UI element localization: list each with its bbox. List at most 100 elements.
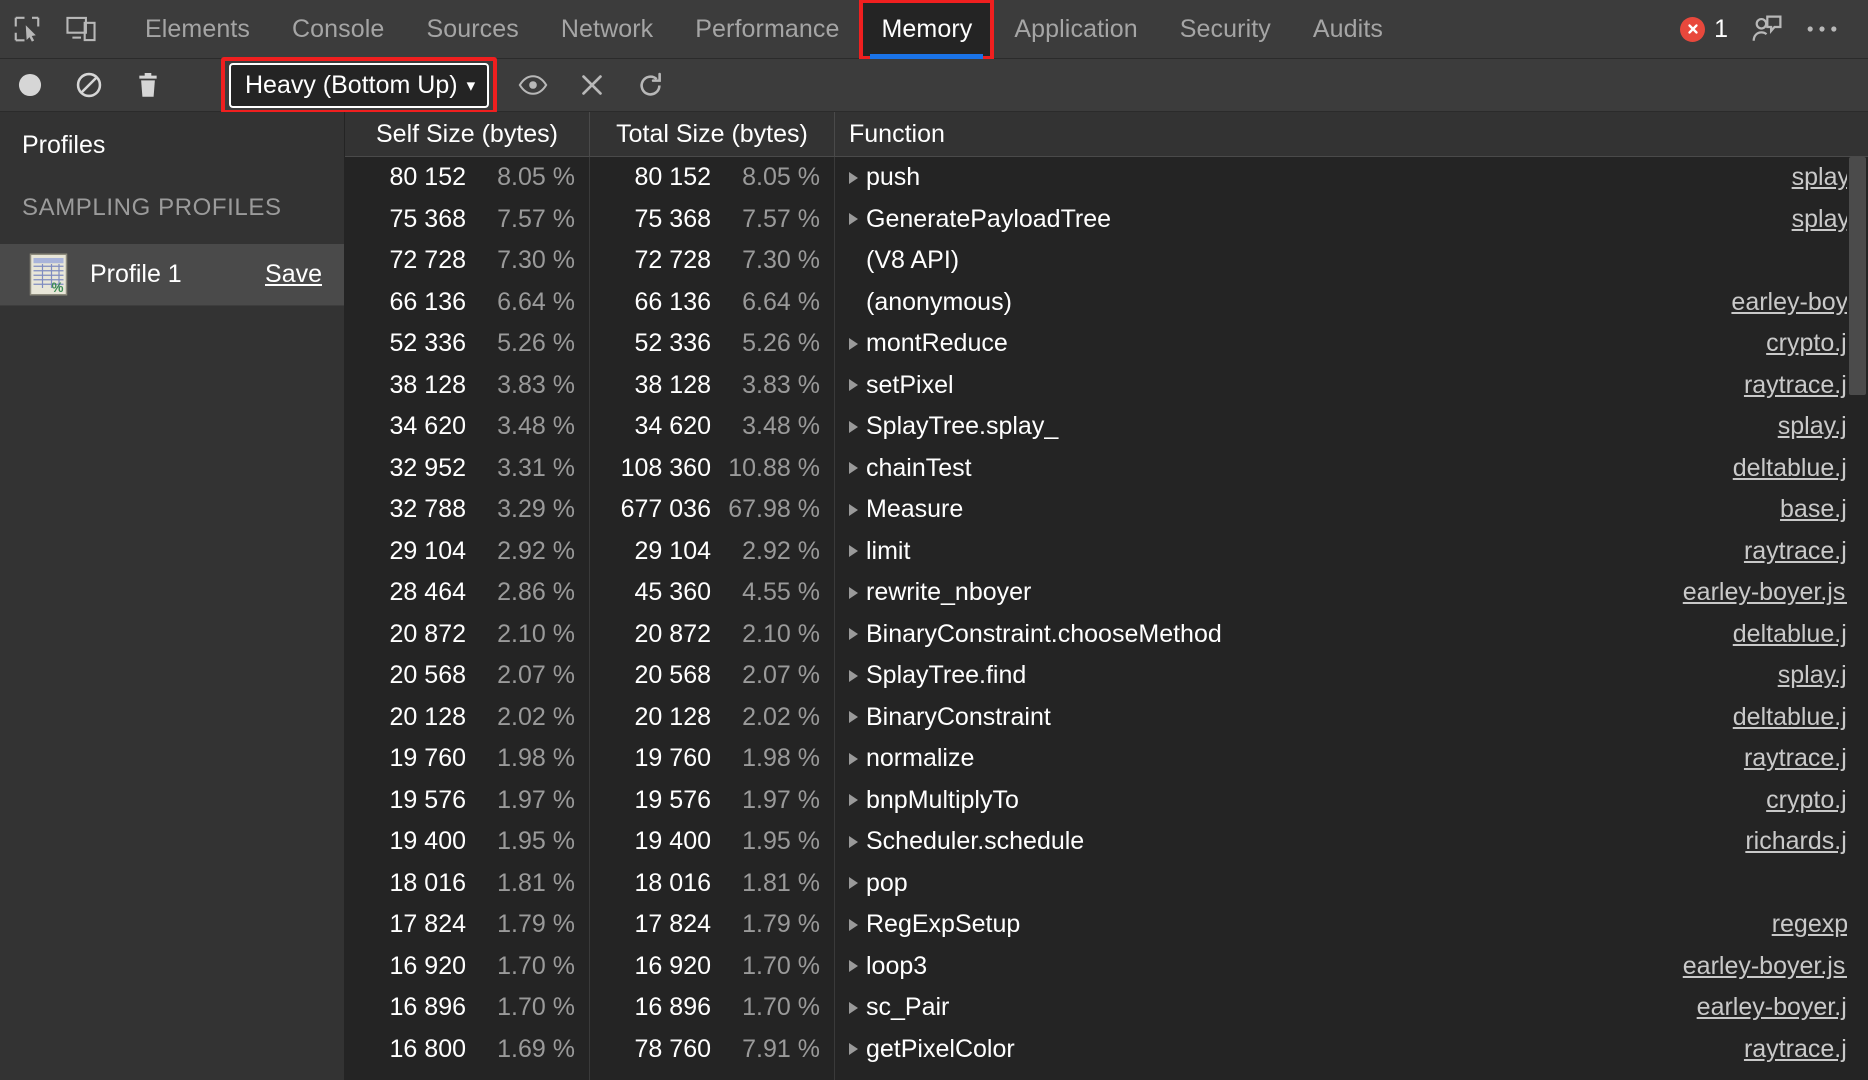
record-circle-icon[interactable]: [0, 59, 59, 112]
tab-sources[interactable]: Sources: [405, 0, 539, 59]
inspect-element-icon[interactable]: [0, 0, 54, 59]
expand-triangle-icon[interactable]: [849, 1043, 858, 1056]
total-size-percent: 6.64 %: [742, 287, 820, 316]
devtools-tab-bar: Elements Console Sources Network Perform…: [0, 0, 1868, 60]
tab-elements[interactable]: Elements: [124, 0, 271, 59]
table-row[interactable]: 19 760 1.98 % 19 760 1.98 % normalize raytrac…: [345, 738, 1868, 780]
self-size-percent: 3.31 %: [497, 453, 575, 482]
self-size-value: 17 824: [389, 910, 466, 939]
tab-performance[interactable]: Performance: [674, 0, 860, 59]
expand-triangle-icon[interactable]: [849, 877, 858, 890]
table-row[interactable]: 18 016 1.81 % 18 016 1.81 % pop: [345, 862, 1868, 904]
expand-triangle-icon[interactable]: [849, 669, 858, 682]
more-options-icon[interactable]: [1796, 0, 1848, 59]
cell-total-size: 20 872 2.10 %: [590, 613, 835, 655]
expand-triangle-icon[interactable]: [849, 379, 858, 392]
source-link[interactable]: earley-boyer.js:53: [1697, 993, 1868, 1022]
grid-scrollbar-thumb[interactable]: [1849, 157, 1866, 395]
tab-memory[interactable]: Memory: [859, 0, 995, 60]
tab-network[interactable]: Network: [540, 0, 674, 59]
no-entry-clear-icon[interactable]: [59, 59, 118, 112]
column-header-total-size[interactable]: Total Size (bytes): [590, 112, 835, 156]
expand-triangle-icon[interactable]: [849, 628, 858, 641]
expand-triangle-icon[interactable]: [849, 337, 858, 350]
expand-triangle-icon[interactable]: [849, 503, 858, 516]
cell-function: SplayTree.splay_splay.js:29: [835, 406, 1868, 448]
tab-audits[interactable]: Audits: [1292, 0, 1404, 59]
table-row[interactable]: 32 952 3.31 % 108 360 10.88 % chainTest delta…: [345, 447, 1868, 489]
table-row[interactable]: 38 128 3.83 % 38 128 3.83 % setPixel raytrace…: [345, 364, 1868, 406]
refresh-restore-icon[interactable]: [621, 59, 680, 112]
view-mode-select[interactable]: Heavy (Bottom Up) ▾: [229, 62, 490, 108]
self-size-percent: 1.66 %: [480, 1076, 575, 1080]
table-row[interactable]: 52 336 5.26 % 52 336 5.26 % montReduce crypto…: [345, 323, 1868, 365]
table-row[interactable]: 66 136 6.64 % 66 136 6.64 % (anonymous) earle…: [345, 281, 1868, 323]
table-row[interactable]: 19 400 1.95 % 19 400 1.95 % Scheduler.schedu…: [345, 821, 1868, 863]
eye-focus-icon[interactable]: [503, 59, 562, 112]
total-size-percent: 1.97 %: [742, 785, 820, 814]
expand-triangle-icon[interactable]: [849, 794, 858, 807]
cell-self-size: 29 104 2.92 %: [345, 530, 590, 572]
total-size-percent: 1.70 %: [742, 951, 820, 980]
column-header-function[interactable]: Function: [835, 112, 1868, 156]
self-size-percent: 1.79 %: [497, 910, 575, 939]
cell-self-size: 19 760 1.98 %: [345, 738, 590, 780]
tab-console[interactable]: Console: [271, 0, 405, 59]
table-row[interactable]: 80 152 8.05 % 80 152 8.05 % pushsplay.js:4: [345, 157, 1868, 199]
expand-triangle-icon[interactable]: [849, 711, 858, 724]
table-row[interactable]: 72 728 7.30 % 72 728 7.30 % (V8 API): [345, 240, 1868, 282]
table-row[interactable]: 16 896 1.70 % 16 896 1.70 % sc_Pair earley-bo…: [345, 987, 1868, 1029]
table-row[interactable]: 28 464 2.86 % 45 360 4.55 % rewrite_nboyer ea…: [345, 572, 1868, 614]
expand-triangle-icon[interactable]: [849, 1001, 858, 1014]
column-header-self-size[interactable]: Self Size (bytes): [345, 112, 590, 156]
error-count-badge[interactable]: 1: [1672, 15, 1736, 44]
save-profile-link[interactable]: Save: [265, 260, 322, 289]
grid-vertical-scrollbar[interactable]: [1847, 157, 1868, 1080]
feedback-person-icon[interactable]: [1740, 0, 1792, 59]
function-name: getPixelColor: [866, 1034, 1015, 1063]
table-row[interactable]: 16 500 1.66 % 16 500 1.66 % Planner.addConst…: [345, 1070, 1868, 1080]
table-row[interactable]: 32 788 3.29 % 677 036 67.98 % Measurebase.js…: [345, 489, 1868, 531]
table-row[interactable]: 16 800 1.69 % 78 760 7.91 % getPixelColor ray…: [345, 1028, 1868, 1070]
expand-triangle-icon[interactable]: [849, 960, 858, 973]
self-size-percent: 2.86 %: [497, 578, 575, 607]
device-toolbar-icon[interactable]: [54, 0, 108, 59]
sidebar-item-profile-1[interactable]: % Profile 1 Save: [0, 244, 344, 306]
self-size-percent: 6.64 %: [497, 287, 575, 316]
table-row[interactable]: 20 128 2.02 % 20 128 2.02 % BinaryConstraint…: [345, 696, 1868, 738]
source-link[interactable]: earley-boyer.js:360: [1683, 578, 1868, 607]
grid-rows-container: 80 1528.05 %80 1528.05 %pushsplay.js:475…: [345, 157, 1868, 1080]
table-row[interactable]: 75 368 7.57 % 75 368 7.57 % GeneratePayloadT…: [345, 198, 1868, 240]
expand-triangle-icon[interactable]: [849, 835, 858, 848]
table-row[interactable]: 19 576 1.97 % 19 576 1.97 % bnpMultiplyTo cry…: [345, 779, 1868, 821]
expand-triangle-icon[interactable]: [849, 586, 858, 599]
table-row[interactable]: 29 104 2.92 % 29 104 2.92 % limitraytrace.js…: [345, 530, 1868, 572]
table-row[interactable]: 20 568 2.07 % 20 568 2.07 % SplayTree.find sp…: [345, 655, 1868, 697]
expand-triangle-icon[interactable]: [849, 420, 858, 433]
expand-triangle-icon[interactable]: [849, 462, 858, 475]
function-name: setPixel: [866, 370, 954, 399]
function-name: SplayTree.splay_: [866, 412, 1059, 441]
source-link[interactable]: earley-boyer.js:428: [1683, 952, 1868, 981]
table-row[interactable]: 20 872 2.10 % 20 872 2.10 % BinaryConstraint…: [345, 613, 1868, 655]
expand-triangle-icon[interactable]: [849, 213, 858, 226]
cell-self-size: 66 136 6.64 %: [345, 281, 590, 323]
table-row[interactable]: 16 920 1.70 % 16 920 1.70 % loop3 earley-boye…: [345, 945, 1868, 987]
expand-triangle-icon[interactable]: [849, 918, 858, 931]
cell-function: sc_Pair earley-boyer.js:53: [835, 987, 1868, 1029]
close-x-icon[interactable]: [562, 59, 621, 112]
table-row[interactable]: 17 824 1.79 % 17 824 1.79 % RegExpSetup regex…: [345, 904, 1868, 946]
table-row[interactable]: 34 620 3.48 % 34 620 3.48 % SplayTree.splay_…: [345, 406, 1868, 448]
expand-triangle-icon[interactable]: [849, 171, 858, 184]
expand-triangle-icon[interactable]: [849, 752, 858, 765]
error-count-label: 1: [1714, 14, 1728, 43]
function-name: sc_Pair: [866, 993, 950, 1022]
self-size-value: 32 952: [389, 453, 466, 482]
expand-triangle-icon[interactable]: [849, 545, 858, 558]
trash-delete-icon[interactable]: [118, 59, 177, 112]
tab-application[interactable]: Application: [993, 0, 1158, 59]
tab-security[interactable]: Security: [1159, 0, 1292, 59]
sidebar-item-label: Profile 1: [90, 260, 182, 288]
cell-function: (V8 API): [835, 240, 1868, 282]
self-size-value: 28 464: [389, 578, 466, 607]
